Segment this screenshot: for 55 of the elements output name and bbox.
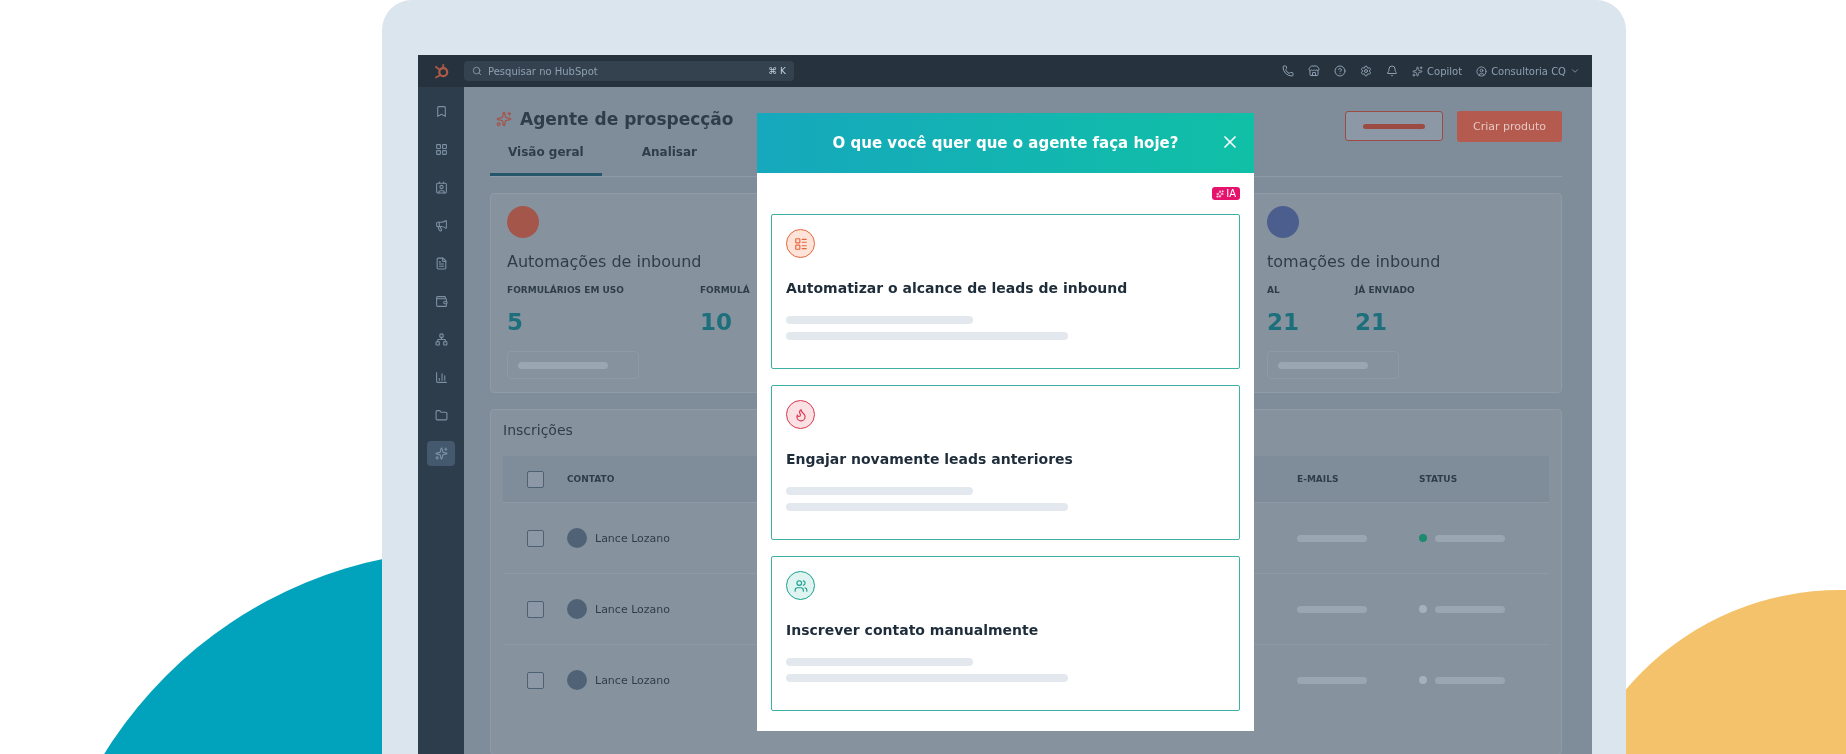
notification-icon[interactable] (1386, 65, 1399, 77)
stat-label: AL (1267, 285, 1281, 295)
caret-icon (1570, 66, 1580, 76)
column-header: E-MAILS (1297, 456, 1419, 502)
contact-name: Lance Lozano (595, 673, 671, 687)
logo-icon[interactable] (432, 62, 450, 80)
table-title: Inscrições (503, 422, 573, 440)
store-icon[interactable] (1308, 65, 1321, 77)
stat-value: 5 (507, 309, 524, 335)
stat-value: 10 (699, 309, 733, 335)
modal-title: O que você quer que o agente faça hoje? (832, 134, 1179, 152)
column-header: STATUS (1419, 456, 1549, 502)
search-placeholder: Pesquisar no HubSpot (488, 65, 598, 77)
row-checkbox[interactable] (527, 671, 544, 689)
outline-button[interactable] (1345, 111, 1443, 141)
ai-badge: IA (1212, 187, 1240, 200)
sparkle-icon[interactable] (427, 441, 455, 466)
tab[interactable]: Analisar (623, 145, 716, 176)
card-title: tomações de inbound (1267, 252, 1441, 271)
flame-icon (786, 400, 815, 429)
option-card[interactable]: Engajar novamente leads anteriores (771, 385, 1240, 540)
card-title: Automações de inbound (507, 252, 702, 271)
stat-label: FORMULÁRIOS EM USO (507, 285, 624, 295)
settings-icon[interactable] (1360, 65, 1373, 77)
tab[interactable]: Visão geral (490, 145, 602, 176)
option-label: Automatizar o alcance de leads de inbound (786, 280, 1129, 296)
people-icon (786, 571, 815, 600)
stat-label: FORMULÁ (699, 285, 750, 295)
copilot-button[interactable]: Copilot (1412, 65, 1463, 77)
option-label: Inscrever contato manualmente (786, 622, 1040, 638)
sparkle-icon (1412, 65, 1424, 77)
option-card[interactable]: Automatizar o alcance de leads de inbound (771, 214, 1240, 369)
avatar-circle (567, 599, 587, 619)
shortcut-label: ⌘ K (768, 66, 786, 76)
account-menu[interactable]: Consultoria CQ (1476, 65, 1580, 77)
help-icon[interactable] (1334, 65, 1347, 77)
user-icon (1476, 65, 1488, 77)
stat-label: JÁ ENVIADO (1355, 285, 1415, 295)
stat-value: 21 (1355, 309, 1388, 335)
avatar-circle (567, 670, 587, 690)
contact-name: Lance Lozano (595, 602, 671, 616)
row-checkbox[interactable] (527, 600, 544, 618)
select-all-checkbox[interactable] (527, 470, 544, 488)
contact-name: Lance Lozano (595, 531, 671, 545)
create-product-button[interactable]: Criar produto (1457, 111, 1562, 142)
page-title: Agente de prospecção (520, 109, 734, 129)
search-field[interactable]: Pesquisar no HubSpot ⌘ K (464, 61, 794, 81)
row-checkbox[interactable] (527, 529, 544, 547)
option-card[interactable]: Inscrever contato manualmente (771, 556, 1240, 711)
stat-value: 21 (1267, 309, 1300, 335)
avatar-circle (567, 528, 587, 548)
sparkle-icon (496, 111, 512, 127)
phone-icon[interactable] (1282, 65, 1295, 77)
search-icon (472, 66, 482, 76)
form-icon (786, 229, 815, 258)
